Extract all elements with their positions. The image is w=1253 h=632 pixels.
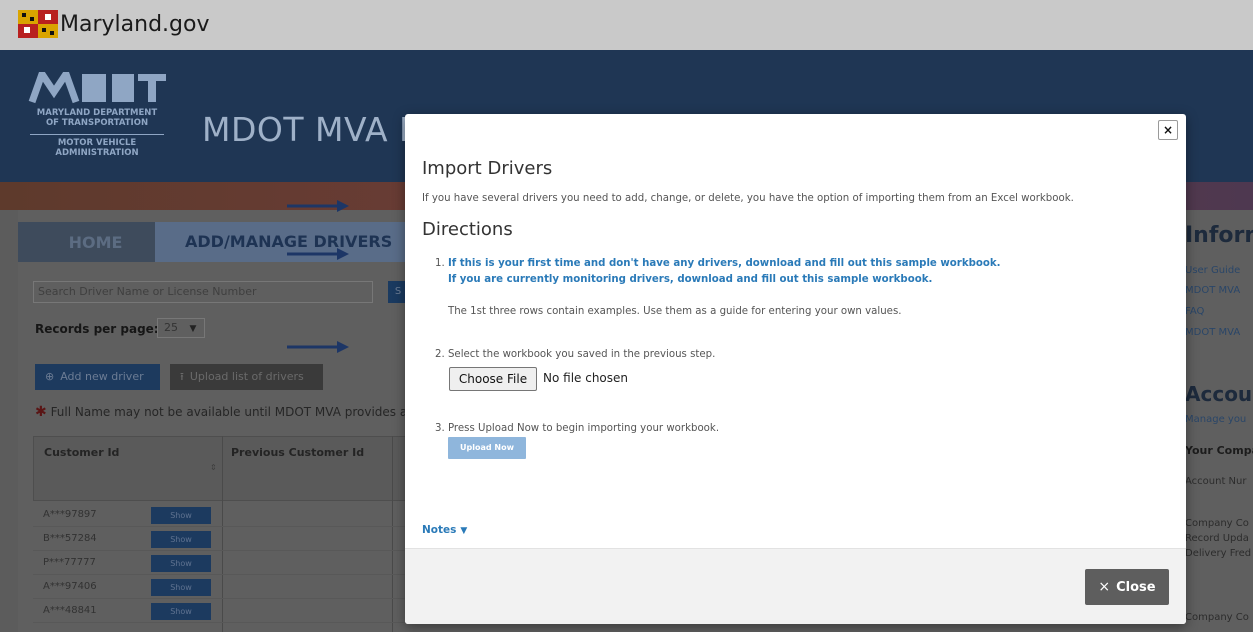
logo-divider — [30, 134, 164, 135]
chevron-down-icon: ▼ — [189, 324, 197, 334]
table-row: B***57284 Show — [33, 527, 408, 551]
upload-now-button[interactable]: Upload Now — [448, 437, 526, 459]
customer-id: A***97897 — [43, 509, 97, 520]
records-per-page-select[interactable]: 25 ▼ — [157, 318, 205, 338]
delivery-frequency-label: Delivery Fred — [1185, 548, 1252, 559]
upload-icon: ⭱ — [180, 370, 184, 383]
customer-id: P***77777 — [43, 557, 96, 568]
modal-footer — [405, 548, 1186, 624]
choose-file-button[interactable]: Choose File — [449, 367, 537, 391]
arrow-icon — [287, 248, 349, 260]
gov-bar: Maryland.gov — [0, 0, 1253, 50]
customer-id: A***97406 — [43, 581, 97, 592]
step-1-note: The 1st three rows contain examples. Use… — [448, 306, 902, 317]
step-1-number: 1. — [435, 258, 445, 269]
arrow-icon — [287, 200, 349, 212]
record-updated-label: Record Upda — [1185, 533, 1249, 544]
step-3-text: 3. Press Upload Now to begin importing y… — [435, 423, 720, 434]
directions-heading: Directions — [422, 219, 513, 240]
maryland-flag-icon — [18, 10, 58, 38]
mdot-logo-icon — [28, 72, 166, 104]
records-per-page-label: Records per page: — [35, 322, 159, 336]
add-driver-button[interactable]: ⊕ Add new driver — [35, 364, 160, 390]
upload-drivers-button[interactable]: ⭱ Upload list of drivers — [170, 364, 323, 390]
modal-intro-text: If you have several drivers you need to … — [422, 193, 1074, 204]
plus-circle-icon: ⊕ — [45, 370, 55, 383]
close-button[interactable]: × Close — [1085, 569, 1169, 605]
first-time-workbook-link[interactable]: If this is your first time and don't hav… — [448, 258, 1001, 269]
show-button[interactable]: Show — [151, 555, 211, 572]
table-row: A***48841 Show — [33, 599, 408, 623]
monitoring-workbook-link[interactable]: If you are currently monitoring drivers,… — [448, 274, 932, 285]
user-guide-link[interactable]: User Guide — [1185, 265, 1240, 276]
step-2-text: 2. Select the workbook you saved in the … — [435, 349, 716, 360]
show-button[interactable]: Show — [151, 507, 211, 524]
site-title: MDOT MVA D — [202, 110, 425, 149]
modal-title: Import Drivers — [422, 158, 553, 179]
caret-down-icon: ▼ — [460, 526, 468, 536]
customer-id: A***48841 — [43, 605, 97, 616]
arrow-icon — [287, 341, 349, 353]
show-button[interactable]: Show — [151, 603, 211, 620]
mdot-mva-link-2[interactable]: MDOT MVA — [1185, 327, 1240, 338]
table-row: P***77777 Show — [33, 551, 408, 575]
mdot-mva-link[interactable]: MDOT MVA — [1185, 285, 1240, 296]
full-name-note: ✱ Full Name may not be available until M… — [35, 404, 416, 420]
asterisk-icon: ✱ — [35, 404, 47, 420]
customer-id: B***57284 — [43, 533, 97, 544]
column-header-previous-customer-id[interactable]: Previous Customer Id — [231, 446, 364, 459]
account-number-label: Account Nur — [1185, 476, 1247, 487]
logo-department-text: MARYLAND DEPARTMENT OF TRANSPORTATION — [36, 108, 158, 128]
close-x-icon: × — [1098, 579, 1111, 595]
gov-site-name[interactable]: Maryland.gov — [60, 12, 209, 37]
manage-account-link[interactable]: Manage you — [1185, 414, 1246, 425]
column-header-customer-id[interactable]: Customer Id — [44, 446, 119, 459]
show-button[interactable]: Show — [151, 531, 211, 548]
close-icon[interactable]: × — [1158, 120, 1178, 140]
company-contact-label: Company Co — [1185, 518, 1249, 529]
notes-toggle[interactable]: Notes ▼ — [422, 524, 467, 536]
account-heading: Accou — [1185, 382, 1253, 406]
information-heading: Inform — [1185, 223, 1253, 248]
faq-link[interactable]: FAQ — [1185, 306, 1204, 317]
logo-administration-text: MOTOR VEHICLE ADMINISTRATION — [55, 138, 139, 158]
import-drivers-modal: × Import Drivers If you have several dri… — [405, 114, 1186, 624]
company-contact-label-2: Company Co — [1185, 612, 1249, 623]
table-row: A***97897 Show — [33, 503, 408, 527]
search-input[interactable]: Search Driver Name or License Number — [33, 281, 373, 303]
your-company-label: Your Compa — [1185, 444, 1253, 457]
table-row: A***97406 Show — [33, 575, 408, 599]
tab-add-manage-drivers[interactable]: ADD/MANAGE DRIVERS — [155, 222, 405, 262]
file-status: No file chosen — [543, 371, 629, 385]
show-button[interactable]: Show — [151, 579, 211, 596]
sort-icon: ⇕ — [210, 463, 217, 472]
tab-home[interactable]: HOME — [38, 228, 153, 258]
